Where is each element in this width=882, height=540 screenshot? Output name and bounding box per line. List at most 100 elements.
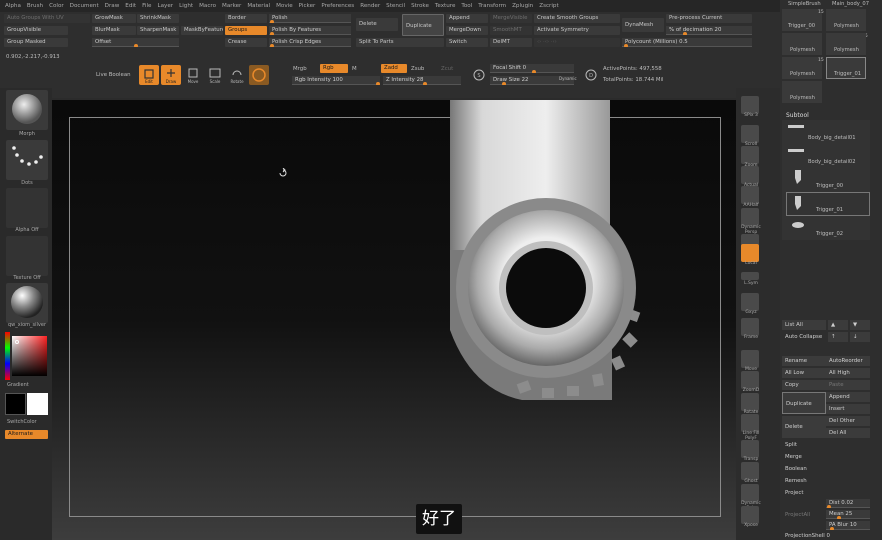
scroll-button[interactable] bbox=[741, 125, 759, 143]
s-toggle-button[interactable]: S bbox=[472, 66, 486, 84]
all-high-button[interactable]: All High bbox=[826, 368, 870, 378]
texture-thumbnail[interactable] bbox=[6, 236, 48, 276]
menu-item-tool[interactable]: Tool bbox=[461, 3, 472, 9]
zoom-button[interactable] bbox=[741, 146, 759, 164]
focal-shift-slider[interactable]: Focal Shift 0 bbox=[490, 64, 574, 73]
menu-item-file[interactable]: File bbox=[142, 3, 151, 9]
menu-item-preferences[interactable]: Preferences bbox=[321, 3, 354, 9]
blur-mask-button[interactable]: BlurMask bbox=[92, 26, 136, 35]
polish-knob[interactable] bbox=[270, 20, 274, 23]
split-menu[interactable]: Split bbox=[782, 440, 870, 450]
sharpen-mask-button[interactable]: SharpenMask bbox=[137, 26, 179, 35]
auto-collapse-button[interactable]: Auto Collapse bbox=[782, 332, 826, 342]
menu-item-color[interactable]: Color bbox=[49, 3, 64, 9]
arrow-down-button[interactable]: ↓ bbox=[850, 332, 870, 342]
auto-reorder-button[interactable]: AutoReorder bbox=[826, 356, 870, 366]
rgb-intensity-slider[interactable]: Rgb Intensity 100 bbox=[292, 76, 380, 85]
move-button[interactable] bbox=[741, 350, 759, 368]
menu-item-zplugin[interactable]: Zplugin bbox=[512, 3, 533, 9]
gxyz-button[interactable] bbox=[741, 293, 759, 311]
zsub-toggle[interactable]: Zsub bbox=[411, 66, 424, 72]
smooth-mt-button[interactable]: SmoothMT bbox=[490, 26, 532, 35]
grow-mask-button[interactable]: GrowMask bbox=[92, 14, 136, 23]
ghost-button[interactable] bbox=[741, 462, 759, 480]
menu-item-stencil[interactable]: Stencil bbox=[386, 3, 405, 9]
stroke-thumbnail[interactable] bbox=[6, 140, 48, 180]
crease-button[interactable]: Crease bbox=[225, 38, 267, 47]
del-mt-button[interactable]: DelMT bbox=[490, 38, 532, 47]
frame-button[interactable] bbox=[741, 318, 759, 336]
project-all-button[interactable]: ProjectAll bbox=[782, 510, 822, 520]
menu-item-material[interactable]: Material bbox=[247, 3, 270, 9]
dynamic-solo-button[interactable] bbox=[741, 484, 759, 502]
polycount-slider[interactable]: Polycount (Millions) 0.5 bbox=[622, 38, 752, 47]
menu-item-light[interactable]: Light bbox=[179, 3, 193, 9]
merge-menu[interactable]: Merge bbox=[782, 452, 870, 462]
groups-button[interactable]: Groups bbox=[225, 26, 267, 35]
del-all-button[interactable]: Del All bbox=[826, 428, 870, 438]
menu-item-texture[interactable]: Texture bbox=[435, 3, 455, 9]
project-menu[interactable]: Project bbox=[782, 488, 870, 498]
dist-slider[interactable]: Dist 0.02 bbox=[826, 499, 870, 508]
delete-button[interactable]: Delete bbox=[356, 18, 398, 31]
decimation-knob[interactable] bbox=[683, 32, 687, 35]
merge-down-button[interactable]: MergeDown bbox=[446, 26, 488, 35]
mask-by-feature-button[interactable]: MaskByFeature bbox=[181, 26, 223, 35]
subtool-item-3[interactable]: Trigger_00 bbox=[816, 183, 843, 189]
secondary-color-swatch[interactable] bbox=[5, 393, 26, 415]
del-other-button[interactable]: Del Other bbox=[826, 416, 870, 426]
document-canvas[interactable] bbox=[52, 100, 736, 540]
subtool-item-1[interactable]: Body_big_detail01 bbox=[808, 135, 856, 141]
create-smooth-groups-button[interactable]: Create Smooth Groups bbox=[534, 14, 620, 23]
spix-3-button[interactable] bbox=[741, 96, 759, 114]
move-down-button[interactable]: ▼ bbox=[850, 320, 870, 330]
boolean-menu[interactable]: Boolean bbox=[782, 464, 870, 474]
move-up-button[interactable]: ▲ bbox=[828, 320, 848, 330]
l-sym-button[interactable] bbox=[741, 272, 759, 280]
decimation-percent-slider[interactable]: % of decimation 20 bbox=[666, 26, 752, 35]
pa-blur-slider[interactable]: PA Blur 10 bbox=[826, 521, 870, 530]
line-fill-polyf-button[interactable] bbox=[741, 414, 759, 432]
gradient-label[interactable]: Gradient bbox=[0, 382, 54, 388]
menu-item-movie[interactable]: Movie bbox=[276, 3, 293, 9]
transp-button[interactable] bbox=[741, 440, 759, 458]
rotate-button[interactable] bbox=[741, 393, 759, 411]
append-button[interactable]: Append bbox=[446, 14, 488, 23]
dynamic-toggle[interactable]: Dynamic bbox=[559, 76, 577, 81]
menu-item-brush[interactable]: Brush bbox=[27, 3, 43, 9]
merge-visible-button[interactable]: MergeVisible bbox=[490, 14, 532, 23]
group-masked-button[interactable]: Group Masked bbox=[4, 38, 68, 47]
append-subtool-button[interactable]: Append bbox=[826, 392, 870, 402]
zcut-toggle[interactable]: Zcut bbox=[441, 66, 453, 72]
arrow-up-button[interactable]: ↑ bbox=[828, 332, 848, 342]
subtool-item-5[interactable]: Trigger_02 bbox=[816, 231, 843, 237]
menu-item-document[interactable]: Document bbox=[70, 3, 99, 9]
paste-button[interactable]: Paste bbox=[826, 380, 870, 390]
auto-groups-with-uv-button[interactable]: Auto Groups With UV bbox=[4, 14, 90, 23]
mean-knob[interactable] bbox=[837, 516, 841, 519]
menu-item-transform[interactable]: Transform bbox=[478, 3, 506, 9]
draw-size-knob[interactable] bbox=[502, 82, 506, 85]
focal-shift-knob[interactable] bbox=[532, 70, 536, 73]
polish-crisp-knob[interactable] bbox=[270, 44, 274, 47]
xpose-button[interactable] bbox=[741, 506, 759, 524]
list-all-button[interactable]: List All bbox=[782, 320, 826, 330]
preprocess-current-button[interactable]: Pre-process Current bbox=[666, 14, 752, 23]
brush-thumbnail[interactable] bbox=[6, 90, 48, 130]
offset-slider[interactable]: Offset bbox=[92, 38, 179, 47]
menu-item-macro[interactable]: Macro bbox=[199, 3, 216, 9]
projection-shell-slider[interactable]: ProjectionShell 0 bbox=[782, 532, 870, 540]
scale-button[interactable]: Scale bbox=[205, 65, 225, 85]
rename-button[interactable]: Rename bbox=[782, 356, 826, 366]
live-boolean-label[interactable]: Live Boolean bbox=[96, 72, 131, 78]
menu-item-layer[interactable]: Layer bbox=[158, 3, 174, 9]
menu-item-alpha[interactable]: Alpha bbox=[5, 3, 21, 9]
activate-symmetry-button[interactable]: Activate Symmetry bbox=[534, 26, 620, 35]
menu-item-edit[interactable]: Edit bbox=[125, 3, 136, 9]
alternate-button[interactable]: Alternate bbox=[5, 430, 48, 439]
z-intensity-knob[interactable] bbox=[423, 82, 427, 85]
actual-button[interactable] bbox=[741, 166, 759, 184]
zadd-toggle[interactable]: Zadd bbox=[381, 64, 407, 73]
polish-by-features-knob[interactable] bbox=[270, 32, 274, 35]
remesh-menu[interactable]: Remesh bbox=[782, 476, 870, 486]
